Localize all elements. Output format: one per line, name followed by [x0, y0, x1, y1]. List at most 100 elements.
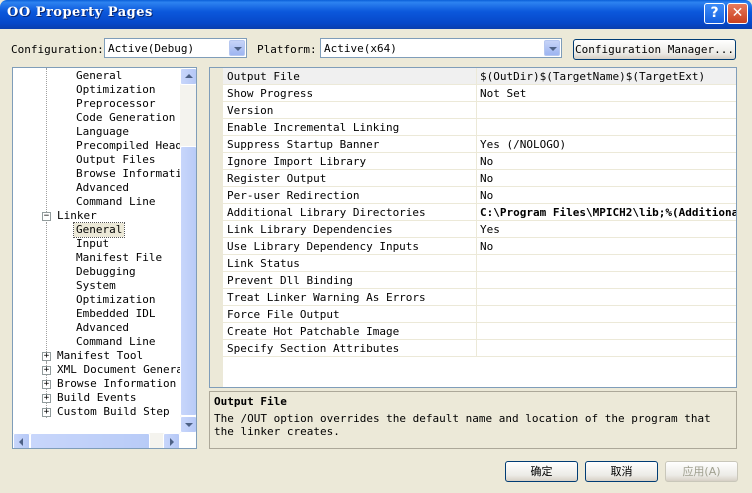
tree-line	[46, 222, 47, 362]
tree-item[interactable]: General	[76, 69, 122, 83]
property-row[interactable]: Specify Section Attributes	[223, 340, 736, 357]
scroll-up-icon[interactable]	[180, 68, 196, 85]
tree-vertical-scrollbar[interactable]	[180, 68, 196, 433]
tree-item-selected[interactable]: General	[72, 222, 126, 238]
tree-item[interactable]: XML Document Generat	[57, 363, 189, 377]
property-row[interactable]: Show Progress Not Set	[223, 85, 736, 102]
property-value[interactable]: $(OutDir)$(TargetName)$(TargetExt)	[476, 68, 736, 84]
property-value[interactable]	[476, 289, 736, 305]
property-row[interactable]: Register Output No	[223, 170, 736, 187]
property-name: Use Library Dependency Inputs	[227, 240, 420, 253]
tree-item[interactable]: Browse Information	[57, 377, 176, 391]
property-row[interactable]: Additional Library Directories C:\Program…	[223, 204, 736, 221]
property-name: Specify Section Attributes	[227, 342, 400, 355]
tree-item[interactable]: Language	[76, 125, 129, 139]
tree-item[interactable]: Build Events	[57, 391, 136, 405]
help-button[interactable]: ?	[704, 3, 725, 24]
property-row[interactable]: Treat Linker Warning As Errors	[223, 289, 736, 306]
property-row[interactable]: Use Library Dependency Inputs No	[223, 238, 736, 255]
property-row[interactable]: Link Library Dependencies Yes	[223, 221, 736, 238]
property-row[interactable]: Link Status	[223, 255, 736, 272]
property-value[interactable]: C:\Program Files\MPICH2\lib;%(Additiona	[476, 204, 736, 220]
scroll-thumb[interactable]	[30, 433, 150, 448]
tree-item[interactable]: Code Generation	[76, 111, 175, 125]
collapse-icon[interactable]: −	[42, 212, 51, 221]
expand-icon[interactable]: +	[42, 366, 51, 375]
tree-item[interactable]: Optimization	[76, 83, 155, 97]
apply-button[interactable]: 应用(A)	[665, 461, 738, 482]
tree-item-linker[interactable]: Linker	[57, 209, 97, 223]
property-grid[interactable]: Output File $(OutDir)$(TargetName)$(Targe…	[209, 67, 737, 388]
property-value[interactable]: No	[476, 187, 736, 203]
property-name: Create Hot Patchable Image	[227, 325, 400, 338]
settings-tree[interactable]: General Optimization Preprocessor Code G…	[12, 67, 197, 449]
tree-item[interactable]: Advanced	[76, 181, 129, 195]
tree-item[interactable]: Manifest Tool	[57, 349, 143, 363]
tree-item[interactable]: Custom Build Step	[57, 405, 170, 419]
tree-item[interactable]: Debugging	[76, 265, 136, 279]
property-row[interactable]: Create Hot Patchable Image	[223, 323, 736, 340]
tree-item[interactable]: Output Files	[76, 153, 155, 167]
property-value[interactable]	[476, 119, 736, 135]
property-row[interactable]: Output File $(OutDir)$(TargetName)$(Targe…	[223, 68, 736, 85]
property-row[interactable]: Prevent Dll Binding	[223, 272, 736, 289]
scroll-thumb[interactable]	[180, 146, 196, 416]
property-value[interactable]	[476, 323, 736, 339]
scroll-down-icon[interactable]	[180, 416, 196, 433]
property-value[interactable]	[476, 102, 736, 118]
tree-item[interactable]: Browse Informatio	[76, 167, 189, 181]
property-value[interactable]: No	[476, 153, 736, 169]
property-name: Additional Library Directories	[227, 206, 426, 219]
property-value[interactable]: Yes (/NOLOGO)	[476, 136, 736, 152]
tree-item[interactable]: Input	[76, 237, 109, 251]
tree-item[interactable]: Optimization	[76, 293, 155, 307]
property-name: Show Progress	[227, 87, 314, 100]
property-name: Suppress Startup Banner	[227, 138, 380, 151]
property-value[interactable]: Yes	[476, 221, 736, 237]
property-name: Prevent Dll Binding	[227, 274, 353, 287]
property-row[interactable]: Per-user Redirection No	[223, 187, 736, 204]
chevron-down-icon[interactable]	[544, 40, 560, 56]
chevron-down-icon[interactable]	[229, 40, 245, 56]
property-name: Enable Incremental Linking	[227, 121, 400, 134]
tree-item[interactable]: Precompiled Heade	[76, 139, 189, 153]
scroll-right-icon[interactable]	[163, 433, 180, 448]
property-name: Treat Linker Warning As Errors	[227, 291, 426, 304]
tree-item[interactable]: Embedded IDL	[76, 307, 155, 321]
property-name: Register Output	[227, 172, 327, 185]
property-value[interactable]: No	[476, 238, 736, 254]
property-row[interactable]: Force File Output	[223, 306, 736, 323]
property-value[interactable]	[476, 306, 736, 322]
expand-icon[interactable]: +	[42, 352, 51, 361]
configuration-select[interactable]: Active(Debug)	[104, 38, 247, 58]
property-row[interactable]: Version	[223, 102, 736, 119]
close-button[interactable]: ✕	[727, 3, 748, 24]
property-row[interactable]: Suppress Startup Banner Yes (/NOLOGO)	[223, 136, 736, 153]
property-value[interactable]	[476, 272, 736, 288]
configuration-value: Active(Debug)	[108, 42, 195, 55]
property-value[interactable]	[476, 340, 736, 356]
property-row[interactable]: Enable Incremental Linking	[223, 119, 736, 136]
tree-item[interactable]: System	[76, 279, 116, 293]
ok-button[interactable]: 确定	[505, 461, 578, 482]
property-row[interactable]: Ignore Import Library No	[223, 153, 736, 170]
property-value[interactable]: Not Set	[476, 85, 736, 101]
platform-select[interactable]: Active(x64)	[320, 38, 562, 58]
configuration-manager-button[interactable]: Configuration Manager...	[573, 39, 736, 60]
expand-icon[interactable]: +	[42, 408, 51, 417]
property-value[interactable]: No	[476, 170, 736, 186]
tree-item[interactable]: Command Line	[76, 335, 155, 349]
tree-item[interactable]: Command Line	[76, 195, 155, 209]
property-name: Ignore Import Library	[227, 155, 367, 168]
tree-item[interactable]: Advanced	[76, 321, 129, 335]
expand-icon[interactable]: +	[42, 380, 51, 389]
expand-icon[interactable]: +	[42, 394, 51, 403]
property-value[interactable]	[476, 255, 736, 271]
tree-horizontal-scrollbar[interactable]	[13, 433, 180, 448]
scroll-left-icon[interactable]	[13, 433, 30, 448]
tree-item[interactable]: Manifest File	[76, 251, 162, 265]
title-bar: OO Property Pages ? ✕	[0, 0, 752, 29]
platform-label: Platform:	[257, 43, 317, 56]
cancel-button[interactable]: 取消	[585, 461, 658, 482]
tree-item[interactable]: Preprocessor	[76, 97, 155, 111]
